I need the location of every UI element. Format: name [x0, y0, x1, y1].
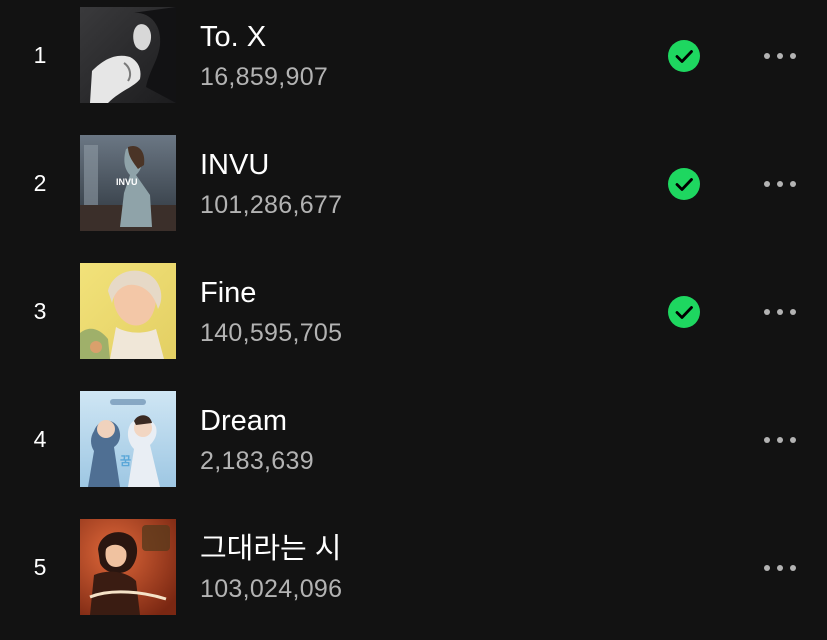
play-count: 2,183,639 [200, 447, 314, 475]
track-number: 4 [33, 426, 47, 452]
more-horizontal-icon [764, 309, 796, 315]
check-circle-icon[interactable] [668, 168, 700, 200]
track-number: 3 [33, 298, 47, 324]
popular-tracks-list: 1 To. X 16,859,907 2 INVU INVU 101,286,6… [0, 0, 827, 638]
track-title[interactable]: Fine [200, 275, 256, 311]
more-horizontal-icon [764, 181, 796, 187]
track-number: 2 [33, 170, 47, 196]
track-title[interactable]: INVU [200, 147, 269, 183]
svg-text:꿈: 꿈 [120, 454, 131, 468]
track-row-4[interactable]: 4 꿈 Dream 2,183,639 [0, 384, 827, 512]
album-cover-to-x [80, 7, 176, 103]
more-options-button[interactable] [752, 548, 808, 588]
album-cover-invu: INVU [80, 135, 176, 231]
check-circle-icon[interactable] [668, 296, 700, 328]
track-row-1[interactable]: 1 To. X 16,859,907 [0, 0, 827, 128]
track-row-5[interactable]: 5 그대라는 시 103,024,096 [0, 512, 827, 640]
check-circle-icon[interactable] [668, 40, 700, 72]
svg-text:INVU: INVU [116, 177, 138, 187]
track-number: 1 [33, 42, 47, 68]
play-count: 140,595,705 [200, 319, 343, 347]
track-number: 5 [33, 554, 47, 580]
track-title[interactable]: Dream [200, 403, 287, 439]
album-cover-fine [80, 263, 176, 359]
more-options-button[interactable] [752, 36, 808, 76]
more-options-button[interactable] [752, 292, 808, 332]
play-count: 16,859,907 [200, 63, 329, 91]
track-row-3[interactable]: 3 Fine 140,595,705 [0, 256, 827, 384]
track-title[interactable]: To. X [200, 19, 266, 55]
track-row-2[interactable]: 2 INVU INVU 101,286,677 [0, 128, 827, 256]
more-options-button[interactable] [752, 164, 808, 204]
more-options-button[interactable] [752, 420, 808, 460]
album-cover-dream: 꿈 [80, 391, 176, 487]
more-horizontal-icon [764, 437, 796, 443]
play-count: 103,024,096 [200, 575, 343, 603]
play-count: 101,286,677 [200, 191, 343, 219]
track-title[interactable]: 그대라는 시 [200, 531, 341, 567]
album-cover-poem [80, 519, 176, 615]
more-horizontal-icon [764, 565, 796, 571]
more-horizontal-icon [764, 53, 796, 59]
